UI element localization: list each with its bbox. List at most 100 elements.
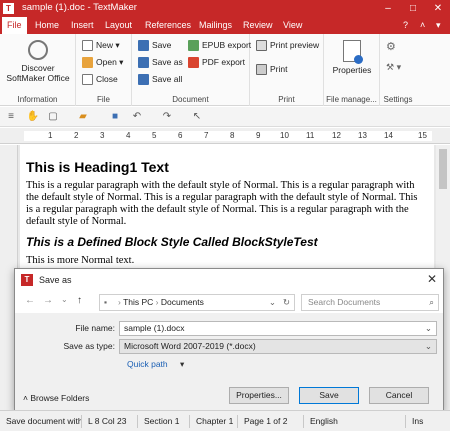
ruler-mark: 9 bbox=[256, 131, 261, 140]
maximize-button[interactable]: □ bbox=[401, 0, 425, 17]
window-title: sample (1).doc - TextMaker bbox=[22, 2, 137, 13]
new-button[interactable]: New ▾ bbox=[82, 40, 120, 52]
undo-icon[interactable]: ↶ bbox=[130, 110, 144, 124]
close-document-icon bbox=[82, 74, 93, 86]
properties-button[interactable]: Properties... bbox=[229, 387, 289, 404]
tab-layout[interactable]: Layout bbox=[100, 17, 137, 34]
recent-dropdown-icon[interactable]: ⌄ bbox=[61, 295, 68, 304]
tab-references[interactable]: References bbox=[140, 17, 196, 34]
menu-bar: File Home Insert Layout References Maili… bbox=[0, 17, 450, 34]
tab-view[interactable]: View bbox=[278, 17, 307, 34]
discover-softmaker-button[interactable]: Discover SoftMaker Office bbox=[4, 40, 72, 83]
redo-icon[interactable]: ↷ bbox=[160, 110, 174, 124]
search-documents-input[interactable]: Search Documents ⌕ bbox=[301, 294, 439, 311]
up-arrow-icon[interactable]: ↑ bbox=[77, 295, 82, 306]
address-bar[interactable]: ▪ › This PC › Documents ⌄ ↻ bbox=[99, 294, 295, 311]
print-preview-label: Print preview bbox=[270, 40, 320, 50]
printer-icon bbox=[256, 64, 267, 76]
file-name-dropdown-icon[interactable]: ⌄ bbox=[425, 322, 432, 335]
save-icon bbox=[138, 40, 149, 52]
save-button[interactable]: Save bbox=[299, 387, 359, 404]
close-doc-button[interactable]: Close bbox=[82, 74, 118, 86]
group-document: Save Save as Save all EPUB export PDF ex… bbox=[132, 34, 252, 106]
group-label-document: Document bbox=[172, 95, 209, 104]
dialog-nav-row: ← → ⌄ ↑ ▪ › This PC › Documents ⌄ ↻ Sear… bbox=[15, 291, 443, 313]
tab-mailings[interactable]: Mailings bbox=[194, 17, 237, 34]
close-window-button[interactable]: ✕ bbox=[426, 0, 450, 17]
group-label-file-manager: File manage... bbox=[326, 95, 377, 104]
discover-label: Discover bbox=[21, 63, 55, 73]
open-button[interactable]: Open ▾ bbox=[82, 57, 123, 69]
file-name-input[interactable]: sample (1).docx ⌄ bbox=[119, 321, 437, 336]
ruler-mark: 15 bbox=[418, 131, 427, 140]
discover-icon bbox=[28, 40, 48, 60]
save-type-dropdown-icon[interactable]: ⌄ bbox=[425, 340, 432, 353]
tab-review[interactable]: Review bbox=[238, 17, 278, 34]
search-placeholder: Search Documents bbox=[308, 297, 381, 307]
ribbon: Discover SoftMaker Office Information Ne… bbox=[0, 34, 450, 106]
open-folder-toolbar-icon[interactable]: ▰ bbox=[76, 110, 90, 124]
ruler-mark: 11 bbox=[306, 131, 315, 140]
epub-export-label: EPUB export bbox=[202, 40, 252, 50]
quick-path-button[interactable]: Quick path ▾ bbox=[127, 359, 184, 370]
collapse-ribbon-icon[interactable]: ˄ bbox=[420, 18, 425, 33]
settings-gear-icon[interactable]: ⚙ bbox=[386, 40, 396, 53]
minimize-button[interactable]: – bbox=[376, 0, 400, 17]
save-type-select[interactable]: Microsoft Word 2007-2019 (*.docx) ⌄ bbox=[119, 339, 437, 354]
ribbon-options-icon[interactable]: ▾ bbox=[436, 18, 441, 33]
ruler-mark: 12 bbox=[332, 131, 341, 140]
ruler-mark: 6 bbox=[178, 131, 183, 140]
horizontal-ruler[interactable]: 1 2 3 4 5 6 7 8 9 10 11 12 13 14 15 bbox=[0, 128, 450, 144]
save-toolbar-icon[interactable]: ■ bbox=[108, 110, 122, 124]
help-icon[interactable]: ? bbox=[403, 18, 408, 33]
epub-export-button[interactable]: EPUB export bbox=[188, 40, 252, 52]
properties-icon bbox=[343, 40, 363, 64]
normal-paragraph-2[interactable]: This is more Normal text. bbox=[26, 255, 134, 266]
save-type-value: Microsoft Word 2007-2019 (*.docx) bbox=[124, 341, 256, 351]
refresh-icon[interactable]: ↻ bbox=[283, 295, 290, 310]
settings-tools-icon[interactable]: ⚒ ▾ bbox=[386, 62, 401, 73]
new-doc-icon[interactable]: ▢ bbox=[46, 110, 60, 124]
hand-icon[interactable]: ✋ bbox=[26, 110, 40, 124]
forward-arrow-icon[interactable]: → bbox=[43, 295, 53, 306]
print-preview-button[interactable]: Print preview bbox=[256, 40, 320, 52]
block-style-heading[interactable]: This is a Defined Block Style Called Blo… bbox=[26, 235, 318, 249]
status-bar: Save document with L 8 Col 23 Section 1 … bbox=[0, 410, 450, 431]
epub-icon bbox=[188, 40, 199, 52]
properties-ribbon-button[interactable]: Properties bbox=[328, 40, 376, 75]
print-label: Print bbox=[270, 64, 288, 74]
pointer-icon[interactable]: ↖ bbox=[190, 110, 204, 124]
status-mode[interactable]: Ins bbox=[408, 415, 446, 428]
save-as-ribbon-button[interactable]: Save as bbox=[138, 57, 183, 69]
back-arrow-icon[interactable]: ← bbox=[25, 295, 35, 306]
group-file-manager: Properties File manage... bbox=[324, 34, 380, 106]
menu-icon[interactable]: ≡ bbox=[4, 110, 18, 124]
status-language[interactable]: English bbox=[306, 415, 406, 428]
dialog-close-button[interactable]: ✕ bbox=[427, 272, 437, 286]
print-button[interactable]: Print bbox=[256, 64, 288, 76]
group-print: Print preview Print Print bbox=[250, 34, 324, 106]
save-ribbon-button[interactable]: Save bbox=[138, 40, 171, 52]
breadcrumb-this-pc[interactable]: This PC bbox=[123, 297, 153, 307]
browse-folders-toggle[interactable]: ˄ Browse Folders bbox=[23, 393, 89, 403]
scrollbar-thumb[interactable] bbox=[439, 149, 447, 189]
normal-paragraph[interactable]: This is a regular paragraph with the def… bbox=[26, 180, 426, 228]
status-position: L 8 Col 23 bbox=[84, 415, 138, 428]
cancel-button[interactable]: Cancel bbox=[369, 387, 429, 404]
group-label-file: File bbox=[97, 95, 110, 104]
group-label-settings: Settings bbox=[383, 95, 413, 104]
tab-insert[interactable]: Insert bbox=[66, 17, 99, 34]
heading1-text[interactable]: This is Heading1 Text bbox=[26, 159, 169, 175]
address-dropdown-icon[interactable]: ⌄ bbox=[269, 295, 276, 310]
properties-label: Properties bbox=[332, 65, 372, 75]
tab-home[interactable]: Home bbox=[30, 17, 64, 34]
pdf-export-button[interactable]: PDF export bbox=[188, 57, 245, 69]
breadcrumb-documents[interactable]: Documents bbox=[161, 297, 204, 307]
new-label: New bbox=[96, 40, 114, 50]
group-settings: ⚙ ⚒ ▾ Settings bbox=[380, 34, 416, 106]
group-file: New ▾ Open ▾ Close File bbox=[76, 34, 132, 106]
save-as-icon bbox=[138, 57, 149, 69]
title-bar: T sample (1).doc - TextMaker – □ ✕ bbox=[0, 0, 450, 17]
save-all-button[interactable]: Save all bbox=[138, 74, 182, 86]
tab-file[interactable]: File bbox=[2, 17, 27, 34]
